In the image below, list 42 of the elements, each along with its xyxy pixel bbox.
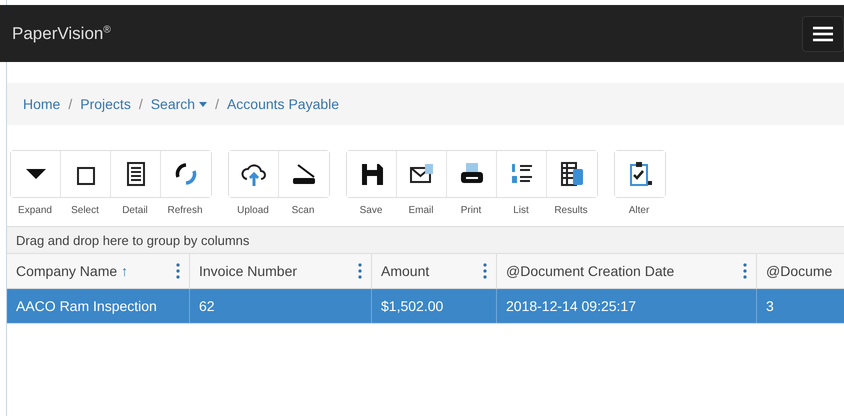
breadcrumb-separator: /: [68, 96, 72, 112]
breadcrumb-link[interactable]: Projects: [80, 96, 131, 112]
toolbar-label: Expand: [17, 205, 53, 216]
column-header[interactable]: Amount: [372, 254, 497, 288]
toolbar-label: Select: [70, 205, 100, 216]
toolbar-label: Scan: [290, 205, 316, 216]
breadcrumb-link[interactable]: Home: [23, 96, 60, 112]
breadcrumb-separator: /: [215, 96, 219, 112]
toolbar-label: Alter: [628, 205, 650, 216]
table-cell: $1,502.00: [372, 289, 497, 323]
group-hint: Drag and drop here to group by columns: [16, 232, 250, 248]
breadcrumb-separator: /: [138, 96, 143, 112]
toolbar-label: Print: [460, 205, 482, 216]
column-menu-icon[interactable]: [743, 263, 747, 279]
column-menu-icon[interactable]: [483, 263, 487, 279]
column-menu-icon[interactable]: [358, 263, 362, 279]
column-header[interactable]: Company Name ↑: [7, 254, 190, 288]
breadcrumb-link[interactable]: Search: [150, 96, 208, 112]
column-header[interactable]: @Document Creation Date: [497, 254, 757, 288]
menu-icon: [813, 26, 833, 42]
toolbar-label: Email: [407, 205, 434, 216]
table-icon: [558, 160, 586, 188]
column-header[interactable]: Invoice Number: [190, 254, 372, 288]
toolbar-label: Save: [358, 205, 384, 216]
table-cell: AACO Ram Inspection: [7, 289, 190, 323]
toolbar-label: Upload: [236, 205, 270, 216]
breadcrumb-link[interactable]: Accounts Payable: [226, 96, 340, 112]
column-header[interactable]: @Docume: [757, 254, 844, 288]
toolbar-button[interactable]: [11, 151, 61, 197]
table-cell: 62: [190, 289, 372, 323]
brand-logo[interactable]: PaperVision$^{®}$: [12, 24, 111, 44]
toolbar-label: List: [512, 205, 530, 216]
toolbar-button[interactable]: [347, 151, 397, 197]
table-row[interactable]: AACO Ram Inspection 62 $1,502.00 2018-12-14 09:25:17 3: [7, 289, 844, 324]
column-menu-icon[interactable]: [176, 263, 180, 279]
toolbar-button[interactable]: [229, 151, 279, 197]
toolbar-label: Results: [553, 205, 589, 216]
toolbar-label: Detail: [121, 205, 149, 216]
menu-button[interactable]: [802, 16, 844, 52]
table-cell: 3: [757, 289, 844, 323]
table-cell: 2018-12-14 09:25:17: [497, 289, 757, 323]
toolbar-label: Refresh: [166, 205, 204, 216]
